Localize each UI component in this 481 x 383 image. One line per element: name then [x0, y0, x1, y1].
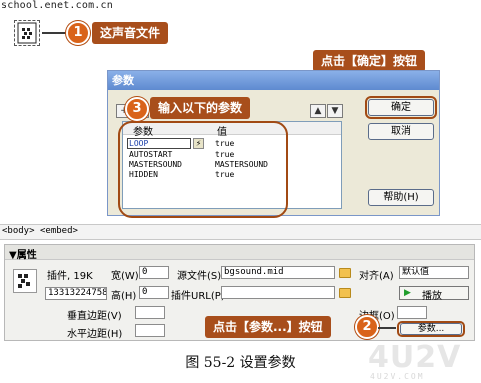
plugin-url-field[interactable]	[221, 286, 335, 299]
vspace-field[interactable]	[135, 306, 165, 319]
property-inspector-title: ▼属性	[9, 250, 37, 261]
play-button-label: 播放	[422, 291, 442, 302]
height-label: 高(H)	[111, 291, 137, 302]
sound-file-icon[interactable]	[14, 20, 40, 46]
dialog-titlebar: 参数	[108, 71, 439, 90]
callout-4-label: 点击【确定】按钮	[313, 50, 426, 72]
figure-caption: 图 55-2 设置参数	[185, 355, 296, 371]
height-field[interactable]: 0	[139, 286, 169, 299]
play-button[interactable]: ▶ 播放	[399, 286, 469, 302]
plugin-id-field[interactable]: 13313224758	[45, 287, 107, 300]
border-field[interactable]	[397, 306, 427, 319]
callout-2-label: 点击【参数...】按钮	[205, 316, 331, 338]
callout-2-number: 2	[355, 315, 379, 339]
tag-embed[interactable]: <embed>	[40, 226, 78, 236]
callout-1-label: 这声音文件	[92, 22, 169, 44]
help-button[interactable]: 帮助(H)	[368, 189, 434, 206]
callout-3-number: 3	[125, 97, 149, 121]
vspace-label: 垂直边距(V)	[67, 311, 122, 322]
cancel-button[interactable]: 取消	[368, 123, 434, 140]
params-highlight	[118, 121, 288, 218]
hspace-field[interactable]	[135, 324, 165, 337]
parameters-dialog: 参数 + − ▲ ▼ 参数 值 LOOP ⚡ true AUTOSTART tr…	[107, 70, 440, 218]
source-field[interactable]: bgsound.mid	[221, 266, 335, 279]
callout-2-arrow	[378, 327, 396, 329]
property-inspector-header[interactable]: ▼属性	[5, 245, 474, 261]
browse-folder-icon[interactable]	[339, 268, 351, 278]
tag-selector: <body> <embed>	[0, 224, 481, 240]
ok-button[interactable]: 确定	[368, 99, 434, 116]
play-icon: ▶	[404, 288, 411, 298]
brand-watermark-sub: 4U2V.COM	[370, 372, 425, 381]
hspace-label: 水平边距(H)	[67, 329, 123, 340]
align-select[interactable]: 默认值	[399, 266, 469, 279]
dialog-title: 参数	[112, 74, 134, 87]
source-label: 源文件(S)	[177, 271, 222, 282]
site-watermark: school.enet.com.cn	[1, 0, 113, 11]
tag-body[interactable]: <body>	[2, 226, 35, 236]
plugin-icon	[13, 269, 37, 293]
parameters-button[interactable]: 参数...	[400, 323, 462, 335]
width-label: 宽(W)	[111, 271, 139, 282]
width-field[interactable]: 0	[139, 266, 169, 279]
plugin-size-label: 插件, 19K	[47, 271, 93, 282]
callout-1-arrow	[42, 32, 68, 34]
align-label: 对齐(A)	[359, 271, 394, 282]
move-up-button[interactable]: ▲	[310, 104, 326, 118]
move-down-button[interactable]: ▼	[327, 104, 343, 118]
plugin-url-label: 插件URL(P)	[171, 291, 225, 302]
browse-folder-icon[interactable]	[339, 288, 351, 298]
callout-3-label: 输入以下的参数	[150, 97, 251, 119]
callout-1-number: 1	[66, 21, 90, 45]
